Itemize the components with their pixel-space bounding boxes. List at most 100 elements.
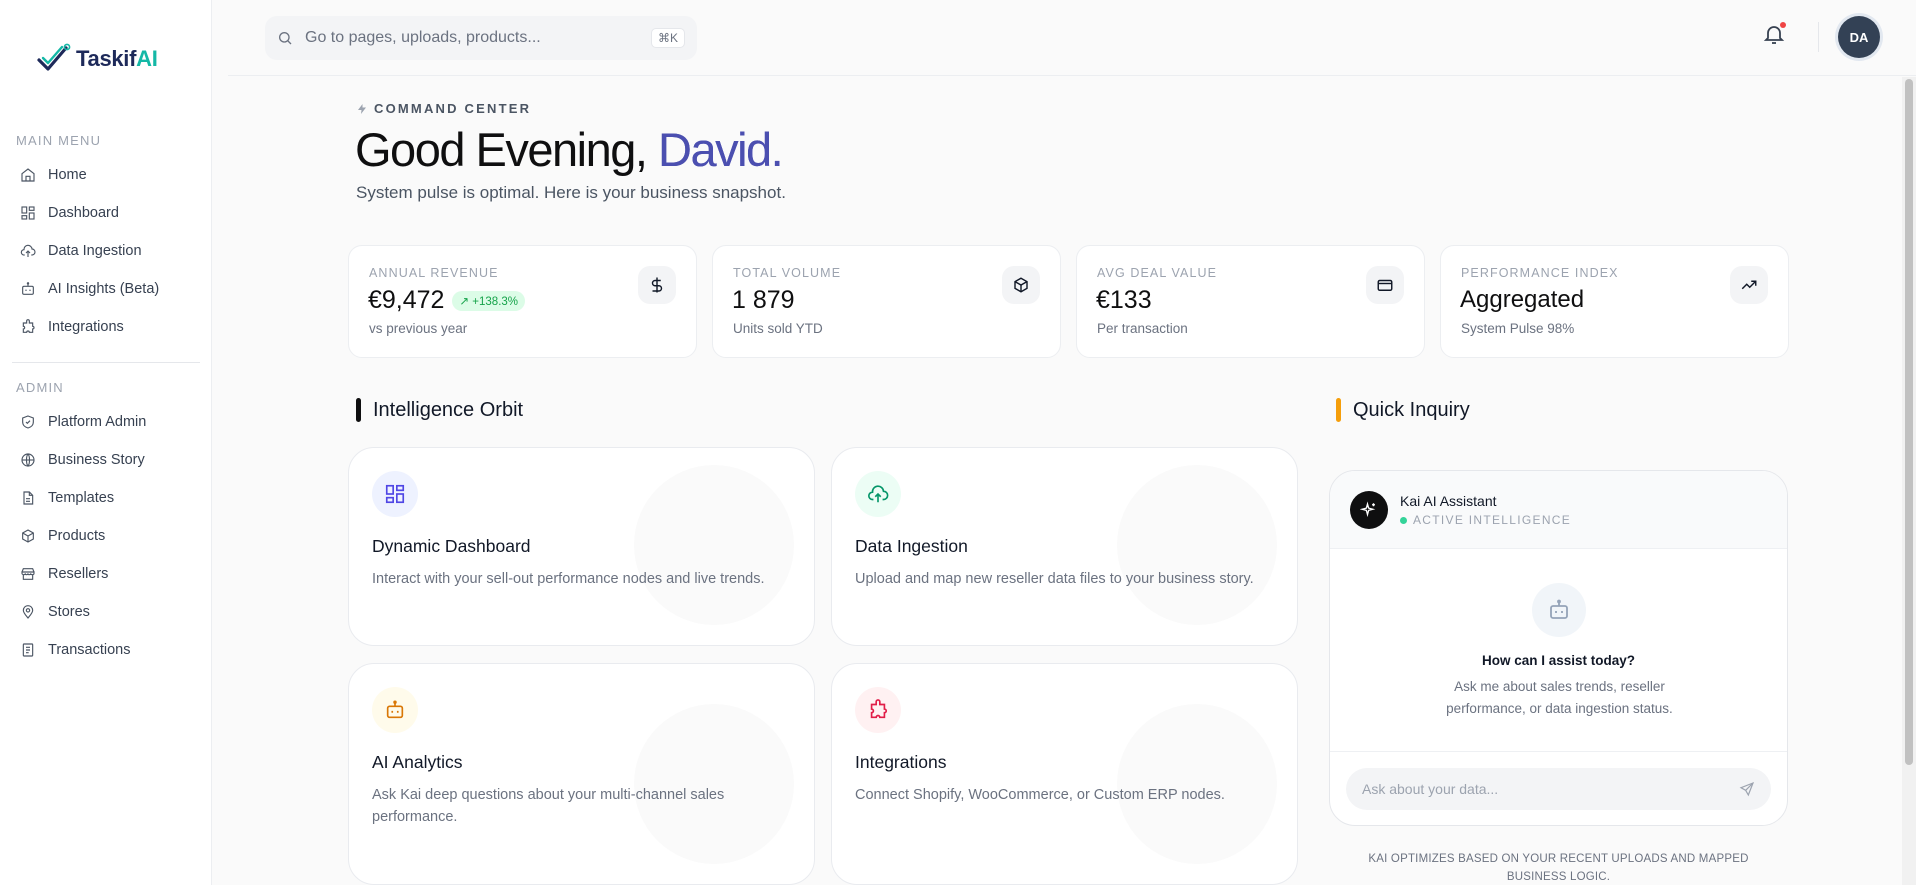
sidebar-item-label: Stores <box>48 604 90 620</box>
page-greeting: Good Evening, David. <box>355 123 784 176</box>
kpi-label: TOTAL VOLUME <box>733 266 842 280</box>
sidebar-item-label: Data Ingestion <box>48 243 142 259</box>
section-accent-bar <box>1336 398 1341 422</box>
command-center-eyebrow: COMMAND CENTER <box>356 101 531 116</box>
kpi-icon-box <box>1366 266 1404 304</box>
orbit-card-data-ingestion[interactable]: Data Ingestion Upload and map new resell… <box>831 447 1298 646</box>
chat-input[interactable] <box>1362 781 1722 797</box>
global-search[interactable]: ⌘K <box>265 16 697 60</box>
dollar-icon <box>651 277 663 293</box>
growth-badge: ↗ +138.3% <box>452 290 526 311</box>
check-logo-icon <box>37 43 71 71</box>
orbit-card-integrations[interactable]: Integrations Connect Shopify, WooCommerc… <box>831 663 1298 885</box>
send-icon[interactable] <box>1739 781 1755 797</box>
scrollbar-thumb[interactable] <box>1905 79 1913 765</box>
admin-label: ADMIN <box>16 380 64 395</box>
sidebar-item-integrations[interactable]: Integrations <box>10 308 200 346</box>
card-title: AI Analytics <box>372 752 463 772</box>
puzzle-icon <box>22 319 35 333</box>
search-icon <box>279 32 292 45</box>
card-icon-circle <box>855 687 901 733</box>
box-icon <box>1014 277 1028 293</box>
home-icon <box>21 168 35 182</box>
box-icon <box>22 529 34 543</box>
notification-dot <box>1780 22 1786 28</box>
kpi-icon-box <box>1730 266 1768 304</box>
sidebar-item-label: Templates <box>48 490 115 506</box>
sidebar-item-business-story[interactable]: Business Story <box>10 441 200 479</box>
dashboard-icon <box>385 484 405 504</box>
chat-divider <box>1330 751 1787 752</box>
sidebar-item-transactions[interactable]: Transactions <box>10 631 200 669</box>
credit-card-icon <box>1377 279 1393 291</box>
orbit-card-ai-analytics[interactable]: AI Analytics Ask Kai deep questions abou… <box>348 663 815 885</box>
kpi-card-performance-index[interactable]: PERFORMANCE INDEX Aggregated System Puls… <box>1440 245 1789 358</box>
sidebar-item-platform-admin[interactable]: Platform Admin <box>10 403 200 441</box>
bot-icon <box>22 282 34 295</box>
kpi-subtext: Units sold YTD <box>733 321 823 336</box>
kpi-card-annual-revenue[interactable]: ANNUAL REVENUE €9,472 ↗ +138.3% vs previ… <box>348 245 697 358</box>
page-subtitle: System pulse is optimal. Here is your bu… <box>356 183 786 202</box>
card-description: Interact with your sell-out performance … <box>372 571 765 587</box>
assistant-name: Kai AI Assistant <box>1400 493 1497 509</box>
sidebar-item-products[interactable]: Products <box>10 517 200 555</box>
sidebar-item-home[interactable]: Home <box>10 156 200 194</box>
ai-assistant-panel: Kai AI Assistant ACTIVE INTELLIGENCE How… <box>1329 470 1788 826</box>
kpi-value: €9,472 ↗ +138.3% <box>368 286 526 315</box>
sidebar-item-label: Integrations <box>48 319 124 335</box>
sparkles-icon <box>1360 501 1376 518</box>
intelligence-orbit-title: Intelligence Orbit <box>356 398 523 422</box>
sidebar-item-label: Products <box>48 528 106 544</box>
sidebar-item-dashboard[interactable]: Dashboard <box>10 194 200 232</box>
assistant-avatar <box>1350 491 1388 529</box>
assistant-footnote: KAI OPTIMIZES BASED ON YOUR RECENT UPLOA… <box>1368 853 1749 883</box>
kpi-value: Aggregated <box>1460 286 1585 313</box>
search-input[interactable] <box>305 29 645 47</box>
bot-icon <box>1550 599 1568 619</box>
upload-cloud-icon <box>20 244 36 257</box>
sidebar: TaskifAI MAIN MENU Home Dashboard Data I… <box>0 0 212 885</box>
sidebar-item-ai-insights[interactable]: AI Insights (Beta) <box>10 270 200 308</box>
sidebar-item-label: Transactions <box>48 642 131 658</box>
section-accent-bar <box>356 398 361 422</box>
sidebar-item-label: Platform Admin <box>48 414 147 430</box>
topbar-divider <box>1818 22 1819 52</box>
main-menu-label: MAIN MENU <box>16 133 102 148</box>
bot-icon <box>386 700 404 719</box>
kpi-label: PERFORMANCE INDEX <box>1461 266 1619 280</box>
sidebar-item-templates[interactable]: Templates <box>10 479 200 517</box>
kpi-icon-box <box>1002 266 1040 304</box>
admin-nav: Platform Admin Business Story Templates … <box>10 403 200 669</box>
search-shortcut: ⌘K <box>650 28 685 48</box>
sidebar-item-data-ingestion[interactable]: Data Ingestion <box>10 232 200 270</box>
trending-up-icon <box>1741 280 1757 290</box>
sidebar-item-label: Dashboard <box>48 205 119 221</box>
sidebar-item-label: AI Insights (Beta) <box>48 281 160 297</box>
brand-logo[interactable]: TaskifAI <box>36 42 158 76</box>
kpi-card-avg-deal-value[interactable]: AVG DEAL VALUE €133 Per transaction <box>1076 245 1425 358</box>
notifications-button[interactable] <box>1762 22 1790 50</box>
user-avatar[interactable]: DA <box>1838 16 1880 58</box>
sidebar-item-resellers[interactable]: Resellers <box>10 555 200 593</box>
kpi-value: €133 <box>1096 286 1152 314</box>
assistant-status: ACTIVE INTELLIGENCE <box>1400 513 1571 527</box>
card-decoration <box>634 465 794 625</box>
orbit-card-dynamic-dashboard[interactable]: Dynamic Dashboard Interact with your sel… <box>348 447 815 646</box>
kpi-subtext: vs previous year <box>369 321 468 336</box>
sidebar-item-label: Home <box>48 167 87 183</box>
kpi-label: ANNUAL REVENUE <box>369 266 499 280</box>
assistant-prompt-hint: Ask me about sales trends, reseller perf… <box>1446 679 1673 716</box>
puzzle-icon <box>870 699 888 719</box>
kpi-card-total-volume[interactable]: TOTAL VOLUME 1 879 Units sold YTD <box>712 245 1061 358</box>
card-title: Data Ingestion <box>855 536 968 556</box>
card-icon-circle <box>372 471 418 517</box>
file-icon <box>23 491 34 505</box>
chat-input-wrapper[interactable] <box>1346 768 1771 810</box>
card-title: Integrations <box>855 752 947 772</box>
main-nav: Home Dashboard Data Ingestion AI Insight… <box>10 156 200 346</box>
card-title: Dynamic Dashboard <box>372 536 531 556</box>
brand-name: TaskifAI <box>76 46 158 71</box>
map-pin-icon <box>22 605 34 619</box>
sidebar-item-stores[interactable]: Stores <box>10 593 200 631</box>
shield-icon <box>22 415 34 429</box>
